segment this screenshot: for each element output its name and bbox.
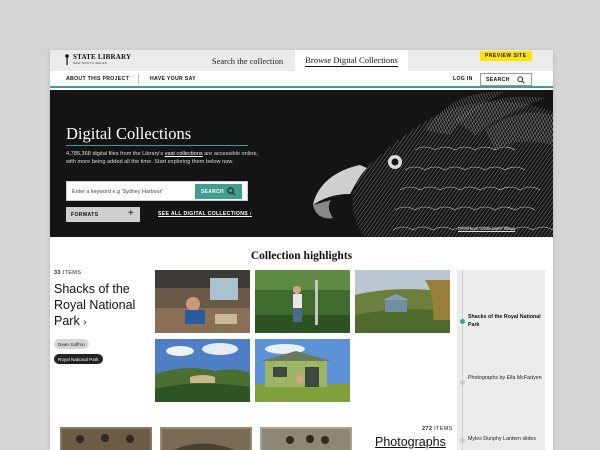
photo-shack-hillside[interactable] [355, 270, 450, 333]
collections-side-panel: Shacks of the Royal National Park Photog… [457, 270, 545, 450]
hero-desc-before: 4,785,368 digital files from the Library… [66, 151, 165, 157]
photographs-collection-link[interactable]: Photographs [375, 435, 446, 449]
collection-search-button[interactable]: SEARCH [195, 184, 242, 199]
items-count-number: 33 [54, 270, 61, 276]
photo-historic-group[interactable] [60, 427, 152, 450]
nav-search-label: SEARCH [486, 76, 510, 83]
search-icon [517, 76, 525, 84]
see-all-digital-collections-link[interactable]: SEE ALL DIGITAL COLLECTIONS › [158, 211, 252, 217]
items-count: 33 ITEMS [54, 270, 81, 276]
nav-bar: ABOUT THIS PROJECT HAVE YOUR SAY LOG IN … [50, 71, 553, 88]
logo-mark-icon [65, 54, 69, 65]
side-dot-active [460, 319, 465, 324]
photo-green-shack[interactable] [255, 339, 350, 402]
state-library-logo[interactable]: STATE LIBRARY NEW SOUTH WALES [64, 54, 131, 65]
chevron-right-icon: › [83, 317, 87, 328]
side-dot [460, 380, 465, 385]
photo-shack-interior[interactable] [155, 270, 250, 333]
nav-have-your-say[interactable]: HAVE YOUR SAY [150, 76, 196, 82]
side-item-myles-dunphy[interactable]: Myles Dunphy Lantern slides [468, 436, 543, 444]
photo-man-garden[interactable] [255, 270, 350, 333]
photo-historic-people[interactable] [260, 427, 352, 450]
search-icon [227, 187, 236, 196]
items-count-label: ITEMS [62, 270, 82, 276]
tag-royal-national-park[interactable]: Royal National Park [54, 354, 103, 364]
tab-browse-label: Browse Digital Collections [305, 54, 398, 67]
title-underline [66, 145, 248, 146]
tag-dean-saffron[interactable]: Dean Saffron [54, 339, 89, 349]
see-all-label: SEE ALL DIGITAL COLLECTIONS [158, 211, 249, 217]
formats-dropdown[interactable]: FORMATS + [66, 207, 140, 222]
plus-icon: + [127, 208, 134, 219]
side-item-shacks[interactable]: Shacks of the Royal National Park [468, 314, 543, 329]
collection-highlights-heading: Collection highlights [250, 250, 353, 262]
photo-historic-landscape[interactable] [160, 427, 252, 450]
side-dot [460, 438, 465, 443]
tab-search-collection[interactable]: Search the collection [200, 50, 295, 71]
browser-window: STATE LIBRARY NEW SOUTH WALES Search the… [50, 50, 553, 450]
top-bar: STATE LIBRARY NEW SOUTH WALES Search the… [50, 50, 553, 71]
hero-banner: Digital Collections 4,785,368 digital fi… [50, 90, 553, 237]
photo-credit-link[interactable]: Detail from Sarah Stone album [458, 226, 515, 231]
formats-label: FORMATS [71, 211, 99, 218]
collection-title-link[interactable]: Shacks of the Royal National Park › [54, 281, 154, 331]
nav-search-button[interactable]: SEARCH [480, 73, 532, 86]
chevron-right-icon: › [249, 211, 252, 217]
logo-main-text: STATE LIBRARY [73, 53, 132, 61]
preview-site-badge: PREVIEW SITE [480, 51, 532, 61]
vast-collections-link[interactable]: vast collections [165, 151, 203, 157]
collection-title-text: Shacks of the Royal National Park [54, 282, 136, 328]
second-items-count-label: ITEMS [434, 426, 453, 432]
collection-search-input[interactable] [72, 186, 192, 197]
side-item-ella-mcfadyen[interactable]: Photographs by Ella McFadyen [468, 375, 543, 383]
tab-browse-digital-collections[interactable]: Browse Digital Collections [295, 50, 408, 71]
photo-coastal-valley[interactable] [155, 339, 250, 402]
page-title: Digital Collections [66, 124, 192, 143]
logo-sub-text: NEW SOUTH WALES [73, 61, 108, 65]
cockatoo-engraving-illustration [313, 91, 553, 237]
nav-divider [138, 74, 139, 84]
collection-search-box: SEARCH [66, 181, 248, 201]
side-timeline-line [462, 270, 463, 450]
nav-login[interactable]: LOG IN [453, 76, 473, 82]
search-button-label: SEARCH [201, 188, 224, 195]
second-items-count: 272 ITEMS [422, 426, 453, 432]
nav-about-this-project[interactable]: ABOUT THIS PROJECT [66, 76, 129, 82]
second-items-count-number: 272 [422, 426, 433, 432]
hero-description: 4,785,368 digital files from the Library… [66, 150, 261, 166]
